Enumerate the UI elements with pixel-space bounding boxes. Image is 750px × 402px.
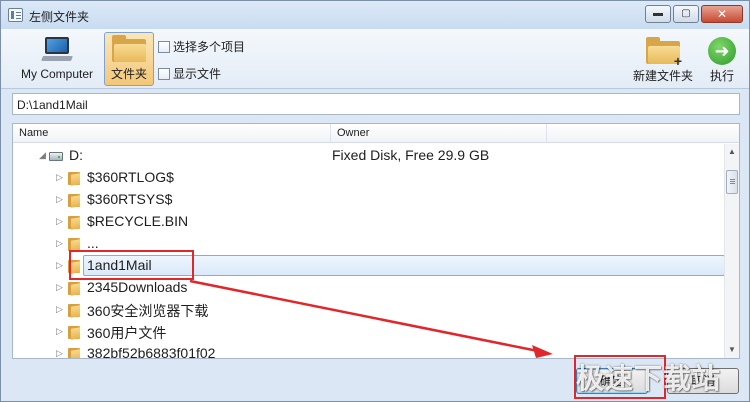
collapsed-arrow-icon[interactable]: ▷ <box>56 172 63 183</box>
tree-row[interactable]: ▷ 360安全浏览器下载 <box>13 299 725 321</box>
collapsed-arrow-icon[interactable]: ▷ <box>56 260 63 271</box>
folder-icon <box>68 325 80 340</box>
select-multiple-checkbox[interactable] <box>158 40 170 53</box>
window-controls: ▬ ▢ ✕ <box>645 5 743 23</box>
folder-name: 382bf52b6883f01f02 <box>87 345 216 359</box>
tree-row[interactable]: ▷ $360RTLOG$ <box>13 167 725 189</box>
new-folder-button[interactable]: + 新建文件夹 <box>628 35 698 84</box>
show-files-label: 显示文件 <box>173 67 222 81</box>
folder-name: ... <box>87 235 99 251</box>
folder-name: $RECYCLE.BIN <box>87 213 189 229</box>
tree-row[interactable]: ▷ $RECYCLE.BIN <box>13 211 725 233</box>
drive-icon <box>49 152 63 161</box>
vertical-scrollbar[interactable]: ▲ ▼ <box>724 144 739 358</box>
expanded-arrow-icon[interactable]: ◢ <box>39 150 46 161</box>
folder-view-button[interactable]: 文件夹 <box>104 32 154 86</box>
folder-name: 360用户文件 <box>87 325 167 341</box>
select-multiple-option[interactable]: 选择多个项目 <box>158 38 245 55</box>
column-owner[interactable]: Owner <box>331 124 547 143</box>
folder-icon <box>68 259 80 274</box>
selection-highlight <box>83 255 725 276</box>
collapsed-arrow-icon[interactable]: ▷ <box>56 304 63 315</box>
folder-icon <box>68 303 80 318</box>
tree-row[interactable]: ▷ 2345Downloads <box>13 277 725 299</box>
path-bar: D:\1and1Mail <box>1 89 749 121</box>
computer-icon <box>40 35 74 65</box>
column-name[interactable]: Name <box>13 124 331 143</box>
folder-icon <box>112 35 146 63</box>
new-folder-label: 新建文件夹 <box>632 69 693 83</box>
scroll-down-icon[interactable]: ▼ <box>725 342 739 358</box>
dialog-window: 左侧文件夹 ▬ ▢ ✕ My Computer 文件夹 选择多个项目 显示文件 <box>0 0 750 402</box>
folder-icon <box>68 347 80 358</box>
tree-row[interactable]: ▷ 360用户文件 <box>13 321 725 343</box>
minimize-button[interactable]: ▬ <box>645 5 671 23</box>
collapsed-arrow-icon[interactable]: ▷ <box>56 194 63 205</box>
my-computer-button[interactable]: My Computer <box>15 35 99 81</box>
execute-button[interactable]: ➜ 执行 <box>703 35 741 84</box>
collapsed-arrow-icon[interactable]: ▷ <box>56 282 63 293</box>
maximize-button[interactable]: ▢ <box>673 5 699 23</box>
folder-icon <box>68 237 80 252</box>
column-header: Name Owner <box>13 124 739 143</box>
collapsed-arrow-icon[interactable]: ▷ <box>56 216 63 227</box>
my-computer-label: My Computer <box>20 67 94 81</box>
folder-name: 1and1Mail <box>87 257 152 273</box>
path-input[interactable]: D:\1and1Mail <box>12 93 740 115</box>
tree-row-selected[interactable]: ▷ 1and1Mail <box>13 255 725 277</box>
folder-tree[interactable]: Name Owner ◢ D: Fixed Disk, Free 29.9 GB… <box>12 123 740 359</box>
drive-label: D: <box>69 147 83 163</box>
collapsed-arrow-icon[interactable]: ▷ <box>56 348 63 358</box>
show-files-option[interactable]: 显示文件 <box>158 65 221 82</box>
tree-row[interactable]: ▷ ... <box>13 233 725 255</box>
folder-icon <box>68 193 80 208</box>
new-folder-icon: + <box>646 37 682 68</box>
folder-name: $360RTLOG$ <box>87 169 174 185</box>
folder-icon <box>68 171 80 186</box>
folder-label: 文件夹 <box>110 67 147 81</box>
tree-row-drive[interactable]: ◢ D: Fixed Disk, Free 29.9 GB <box>13 145 725 167</box>
execute-label: 执行 <box>709 69 734 83</box>
column-empty <box>547 124 739 143</box>
watermark: 极速下载站 <box>576 362 722 395</box>
arrow-right-icon: ➜ <box>708 37 736 65</box>
scroll-up-icon[interactable]: ▲ <box>725 144 739 160</box>
tree-body: ◢ D: Fixed Disk, Free 29.9 GB ▷ $360RTLO… <box>13 145 725 359</box>
folder-icon <box>68 215 80 230</box>
folder-name: 2345Downloads <box>87 279 188 295</box>
folder-name: $360RTSYS$ <box>87 191 173 207</box>
window-title: 左侧文件夹 <box>29 10 90 24</box>
scroll-thumb[interactable] <box>726 170 738 194</box>
show-files-checkbox[interactable] <box>158 67 170 80</box>
close-button[interactable]: ✕ <box>701 5 743 23</box>
collapsed-arrow-icon[interactable]: ▷ <box>56 238 63 249</box>
collapsed-arrow-icon[interactable]: ▷ <box>56 326 63 337</box>
folder-icon <box>68 281 80 296</box>
app-icon <box>8 8 23 22</box>
drive-owner: Fixed Disk, Free 29.9 GB <box>332 147 490 163</box>
title-bar: 左侧文件夹 ▬ ▢ ✕ <box>1 1 749 29</box>
select-multiple-label: 选择多个项目 <box>173 40 246 54</box>
tree-row[interactable]: ▷ $360RTSYS$ <box>13 189 725 211</box>
toolbar: My Computer 文件夹 选择多个项目 显示文件 + 新建文件夹 ➜ 执行 <box>1 29 749 89</box>
folder-name: 360安全浏览器下载 <box>87 303 209 319</box>
